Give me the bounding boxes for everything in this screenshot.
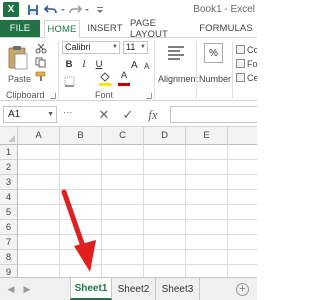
formula-input[interactable]: [170, 106, 257, 123]
name-box-value: A1: [8, 109, 21, 120]
row-header[interactable]: 5: [0, 205, 18, 220]
row-header[interactable]: 3: [0, 175, 18, 190]
column-header-c[interactable]: C: [102, 127, 144, 145]
format-as-table-icon: [236, 59, 245, 68]
worksheet-grid: A B C D E 1 2 3 4 5 6 7 8 9 10: [0, 127, 257, 292]
number-format-icon[interactable]: %: [204, 43, 223, 63]
enter-icon[interactable]: ✓: [120, 106, 136, 123]
conditional-formatting-button[interactable]: Co: [236, 44, 257, 55]
name-box[interactable]: A1 ▼: [3, 106, 57, 123]
number-button[interactable]: Number: [199, 74, 231, 84]
cancel-icon[interactable]: ✕: [96, 106, 112, 123]
font-group-label: Font: [95, 90, 114, 100]
row-header[interactable]: 7: [0, 235, 18, 250]
sheet-tab-sheet2[interactable]: Sheet2: [112, 278, 156, 300]
excel-window: X Book1 - Excel FILE HOME INSERT PAGE LA…: [0, 0, 257, 300]
customize-icon[interactable]: [96, 3, 104, 17]
sheet-tab-sheet3[interactable]: Sheet3: [156, 278, 200, 300]
conditional-formatting-icon: [236, 45, 245, 54]
borders-icon[interactable]: [64, 76, 76, 87]
bold-button[interactable]: B: [64, 59, 74, 70]
clipboard-group-label: Clipboard: [6, 90, 45, 100]
add-sheet-button[interactable]: +: [236, 283, 249, 296]
group-divider: [154, 41, 155, 99]
sheet-tab-sheet1[interactable]: Sheet1: [70, 278, 112, 300]
font-launcher-icon[interactable]: [146, 93, 152, 99]
alignment-button[interactable]: Alignment: [158, 74, 198, 84]
ribbon-tabs: FILE HOME INSERT PAGE LAYOUT FORMULAS: [0, 18, 257, 40]
redo-dropdown-icon[interactable]: [84, 3, 90, 17]
sheet-tab-bar: ◀ ▶ Sheet1 Sheet2 Sheet3 +: [0, 277, 257, 300]
cell-styles-button[interactable]: Ce: [236, 72, 257, 83]
undo-icon[interactable]: [44, 3, 58, 17]
font-color-button[interactable]: A: [119, 70, 129, 81]
chevron-down-icon: ▼: [140, 44, 146, 50]
tab-home[interactable]: HOME: [44, 20, 80, 38]
copy-icon[interactable]: [35, 57, 47, 68]
column-header-e[interactable]: E: [186, 127, 228, 145]
row-header[interactable]: 2: [0, 160, 18, 175]
font-color-bar: [118, 83, 130, 86]
tab-file[interactable]: FILE: [0, 20, 40, 37]
group-divider: [58, 41, 59, 99]
row-header[interactable]: 8: [0, 250, 18, 265]
svg-text:A: A: [144, 62, 150, 71]
font-name-value: Calibri: [65, 42, 91, 52]
column-header-d[interactable]: D: [144, 127, 186, 145]
column-header-a[interactable]: A: [18, 127, 60, 145]
undo-dropdown-icon[interactable]: [60, 3, 66, 17]
formula-bar-grip-icon[interactable]: ⋮: [63, 108, 73, 116]
alignment-icon[interactable]: [166, 43, 186, 63]
excel-logo-icon: X: [3, 2, 19, 17]
cell-styles-icon: [236, 73, 245, 82]
clipboard-launcher-icon[interactable]: [50, 93, 56, 99]
cell-styles-label: Ce: [247, 72, 257, 83]
fill-color-bar: [99, 83, 111, 86]
format-as-table-button[interactable]: Fo: [236, 58, 257, 69]
italic-button[interactable]: I: [79, 59, 89, 70]
row-header[interactable]: 6: [0, 220, 18, 235]
formula-bar: A1 ▼ ⋮ ✕ ✓ fx: [0, 101, 257, 127]
select-all-button[interactable]: [0, 127, 18, 145]
chevron-down-icon: ▼: [112, 44, 118, 50]
format-painter-icon[interactable]: [35, 71, 47, 82]
tab-insert[interactable]: INSERT: [86, 20, 124, 37]
cell-area[interactable]: [18, 145, 257, 277]
row-header[interactable]: 4: [0, 190, 18, 205]
group-divider: [196, 41, 197, 99]
svg-text:A: A: [131, 60, 138, 69]
column-header-f[interactable]: [228, 127, 257, 145]
font-size-value: 11: [126, 42, 136, 52]
redo-icon[interactable]: [68, 3, 82, 17]
font-size-select[interactable]: 11 ▼: [123, 41, 148, 54]
paste-icon[interactable]: [7, 44, 29, 74]
chevron-down-icon: ▼: [47, 111, 54, 118]
font-name-select[interactable]: Calibri ▼: [62, 41, 120, 54]
row-header[interactable]: 1: [0, 145, 18, 160]
tab-formulas[interactable]: FORMULAS: [199, 20, 252, 37]
group-divider: [232, 41, 233, 99]
ribbon: Paste Clipboard Calibri ▼ 11 ▼ B I U A A…: [0, 37, 257, 101]
column-header-b[interactable]: B: [60, 127, 102, 145]
save-icon[interactable]: [27, 3, 39, 17]
tab-page-layout[interactable]: PAGE LAYOUT: [130, 18, 194, 40]
scroll-left-icon[interactable]: ◀: [6, 284, 16, 295]
conditional-formatting-label: Co: [247, 44, 257, 55]
title-bar: X Book1 - Excel: [0, 0, 257, 20]
insert-function-icon[interactable]: fx: [145, 106, 161, 123]
scroll-right-icon[interactable]: ▶: [22, 284, 32, 295]
underline-button[interactable]: U: [94, 59, 104, 70]
paste-button[interactable]: Paste: [8, 74, 31, 84]
fill-color-icon[interactable]: [99, 72, 111, 83]
increase-font-icon[interactable]: A: [130, 58, 142, 69]
window-title: Book1 - Excel: [193, 4, 255, 15]
cut-icon[interactable]: [35, 43, 47, 54]
format-as-table-label: Fo: [247, 58, 257, 69]
